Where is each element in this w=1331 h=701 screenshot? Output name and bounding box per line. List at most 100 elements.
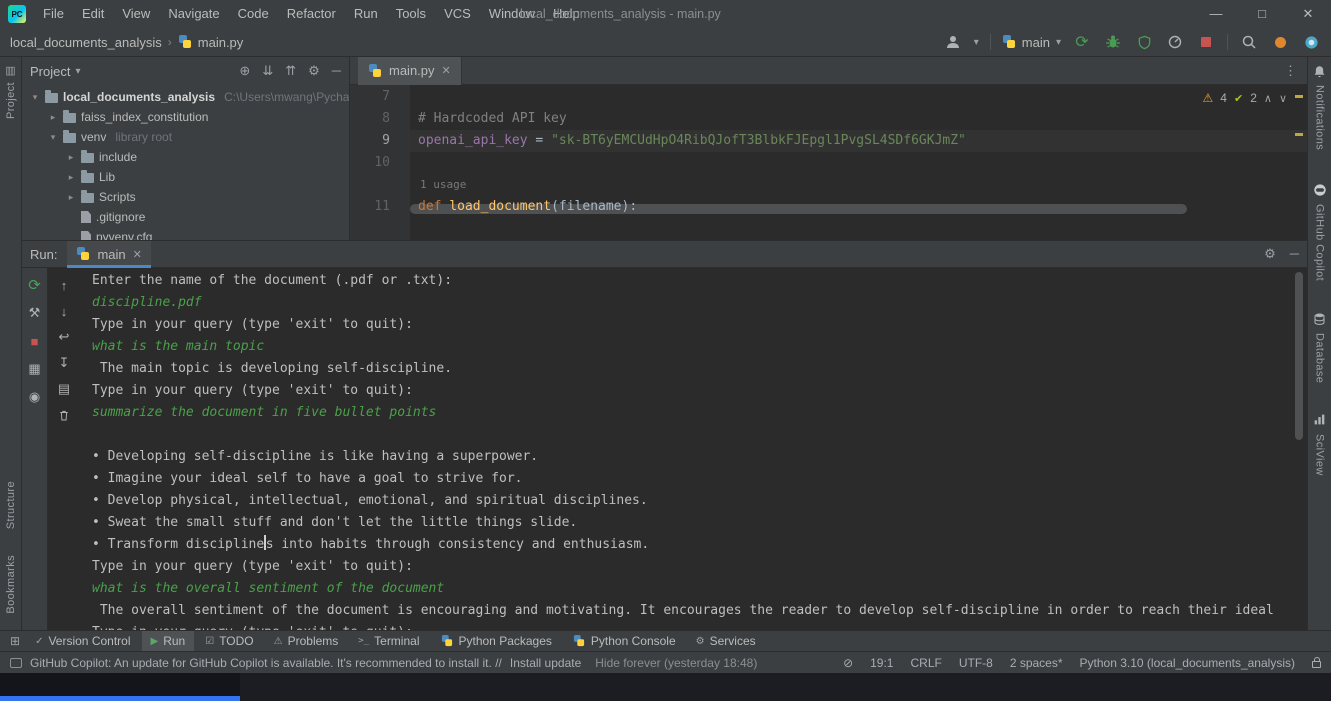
chevron-down-icon[interactable]: ▾ [48, 132, 58, 143]
tree-item-scripts[interactable]: ▸ Scripts [22, 187, 349, 207]
run-configuration-select[interactable]: main ▾ [1002, 35, 1061, 50]
toolwindow-button-todo[interactable]: ☑ TODO [196, 631, 262, 652]
rerun-icon[interactable]: ⟳ [27, 277, 43, 293]
select-opened-file-icon[interactable]: ⊕ [239, 63, 250, 79]
down-stacktrace-icon[interactable]: ↓ [56, 303, 72, 319]
stop-icon[interactable]: ■ [27, 333, 43, 349]
scroll-to-end-icon[interactable]: ↧ [56, 355, 72, 371]
minimize-button[interactable]: — [1193, 0, 1239, 28]
breadcrumb-project[interactable]: local_documents_analysis [10, 35, 162, 50]
tree-item-faiss-index-constitution[interactable]: ▸ faiss_index_constitution [22, 107, 349, 127]
breadcrumb-file[interactable]: main.py [198, 35, 244, 50]
toolwindow-button-notifications[interactable]: Notifications [1314, 85, 1326, 150]
menu-navigate[interactable]: Navigate [159, 0, 228, 28]
tool-window-switcher-icon[interactable]: ⊞ [6, 634, 24, 648]
update-indicator-icon[interactable] [1270, 32, 1290, 52]
tree-item-pyvenv-cfg[interactable]: pyvenv.cfg [22, 227, 349, 240]
project-view-selector[interactable]: Project [30, 64, 70, 79]
hide-run-panel-icon[interactable]: ─ [1290, 246, 1299, 262]
lock-icon[interactable] [1312, 661, 1321, 668]
usage-inlay-hint[interactable]: 1 usage [410, 174, 1307, 196]
chevron-right-icon[interactable]: ▸ [66, 192, 76, 203]
error-stripe-mark[interactable] [1295, 133, 1303, 136]
toolwindow-button-problems[interactable]: ⚠ Problems [265, 631, 348, 652]
rerun-button-icon[interactable]: ⟳ [1072, 32, 1092, 52]
notifications-bell-icon[interactable] [1312, 63, 1328, 79]
user-account-icon[interactable] [943, 32, 963, 52]
tree-item-include[interactable]: ▸ include [22, 147, 349, 167]
editor-tab-main-py[interactable]: main.py ✕ [358, 57, 462, 85]
sciview-icon[interactable] [1312, 412, 1328, 428]
project-view-dropdown-icon[interactable]: ▾ [75, 66, 80, 77]
menu-run[interactable]: Run [345, 0, 387, 28]
tree-item-lib[interactable]: ▸ Lib [22, 167, 349, 187]
chevron-right-icon[interactable]: ▸ [48, 112, 58, 123]
caret-position-widget[interactable]: 19:1 [870, 656, 893, 670]
chevron-right-icon[interactable]: ▸ [66, 152, 76, 163]
tab-options-icon[interactable]: ⋮ [1274, 63, 1307, 79]
close-button[interactable]: ✕ [1285, 0, 1331, 28]
menu-tools[interactable]: Tools [387, 0, 435, 28]
install-update-link[interactable]: Install update [510, 656, 581, 670]
print-icon[interactable]: ▤ [56, 381, 72, 397]
settings-wrench-icon[interactable]: ⚒ [27, 305, 43, 321]
inspections-widget[interactable]: ⚠ 4 ✔ 2 ∧ ∨ [1203, 91, 1287, 105]
toolwindow-button-copilot[interactable]: GitHub Copilot [1314, 204, 1326, 281]
menu-vcs[interactable]: VCS [435, 0, 480, 28]
toolwindow-button-version-control[interactable]: ✓ Version Control [26, 631, 139, 652]
hide-forever-link[interactable]: Hide forever (yesterday 18:48) [595, 656, 757, 670]
toolwindow-button-database[interactable]: Database [1314, 333, 1326, 383]
restore-layout-icon[interactable]: ▦ [27, 361, 43, 377]
interpreter-widget[interactable]: Python 3.10 (local_documents_analysis) [1080, 656, 1295, 670]
editor-gutter[interactable]: 7 8 9 10 11 [350, 85, 410, 240]
maximize-button[interactable]: □ [1239, 0, 1285, 28]
soft-wrap-icon[interactable]: ↩ [56, 329, 72, 345]
close-tab-icon[interactable]: ✕ [442, 64, 451, 77]
menu-code[interactable]: Code [229, 0, 278, 28]
run-console-output[interactable]: Enter the name of the document (.pdf or … [80, 268, 1307, 630]
tree-item-venv[interactable]: ▾ venv library root [22, 127, 349, 147]
code-lines[interactable]: # Hardcoded API key openai_api_key = "sk… [410, 85, 1307, 240]
error-stripe-mark[interactable] [1295, 95, 1303, 98]
encoding-widget[interactable]: UTF-8 [959, 656, 993, 670]
previous-problem-icon[interactable]: ∧ [1264, 92, 1272, 105]
run-settings-gear-icon[interactable]: ⚙ [1264, 246, 1276, 262]
line-separator-widget[interactable]: CRLF [910, 656, 941, 670]
menu-file[interactable]: File [34, 0, 73, 28]
toolwindow-button-structure[interactable]: Structure [5, 481, 17, 529]
up-stacktrace-icon[interactable]: ↑ [56, 277, 72, 293]
toolwindow-button-run[interactable]: ▶ Run [142, 631, 195, 652]
github-copilot-icon[interactable] [1312, 182, 1328, 198]
close-run-tab-icon[interactable]: ✕ [133, 248, 142, 261]
console-scrollbar[interactable] [1295, 272, 1303, 440]
chevron-right-icon[interactable]: ▸ [66, 172, 76, 183]
menu-edit[interactable]: Edit [73, 0, 113, 28]
stop-button-icon[interactable] [1196, 32, 1216, 52]
clear-console-icon[interactable] [56, 407, 72, 423]
collapse-all-icon[interactable]: ⇈ [285, 63, 296, 79]
settings-gear-icon[interactable]: ⚙ [308, 63, 320, 79]
toolwindow-button-project[interactable]: Project [5, 82, 17, 119]
menu-view[interactable]: View [113, 0, 159, 28]
run-tab-main[interactable]: main ✕ [67, 241, 150, 268]
offline-status-icon[interactable]: ⊘ [843, 656, 853, 670]
profiler-button-icon[interactable] [1165, 32, 1185, 52]
database-icon[interactable] [1312, 311, 1328, 327]
tree-item-root[interactable]: ▾ local_documents_analysis C:\Users\mwan… [22, 87, 349, 107]
toolwindow-button-python-console[interactable]: Python Console [563, 631, 685, 652]
code-editor[interactable]: 7 8 9 10 11 # Hardcoded API key openai_a… [350, 85, 1307, 240]
hide-panel-icon[interactable]: ─ [332, 63, 341, 79]
copilot-status-icon[interactable] [1301, 32, 1321, 52]
toolwindow-button-services[interactable]: ⚙ Services [687, 631, 765, 652]
indent-widget[interactable]: 2 spaces* [1010, 656, 1063, 670]
toolwindow-button-terminal[interactable]: >_ Terminal [349, 631, 428, 652]
next-problem-icon[interactable]: ∨ [1279, 92, 1287, 105]
debug-button-icon[interactable] [1103, 32, 1123, 52]
expand-all-icon[interactable]: ⇊ [262, 63, 273, 79]
chevron-down-icon[interactable]: ▾ [30, 92, 40, 103]
coverage-button-icon[interactable] [1134, 32, 1154, 52]
menu-refactor[interactable]: Refactor [278, 0, 345, 28]
search-everywhere-icon[interactable] [1239, 32, 1259, 52]
toolwindow-button-sciview[interactable]: SciView [1314, 434, 1326, 476]
pin-icon[interactable]: ◉ [27, 389, 43, 405]
